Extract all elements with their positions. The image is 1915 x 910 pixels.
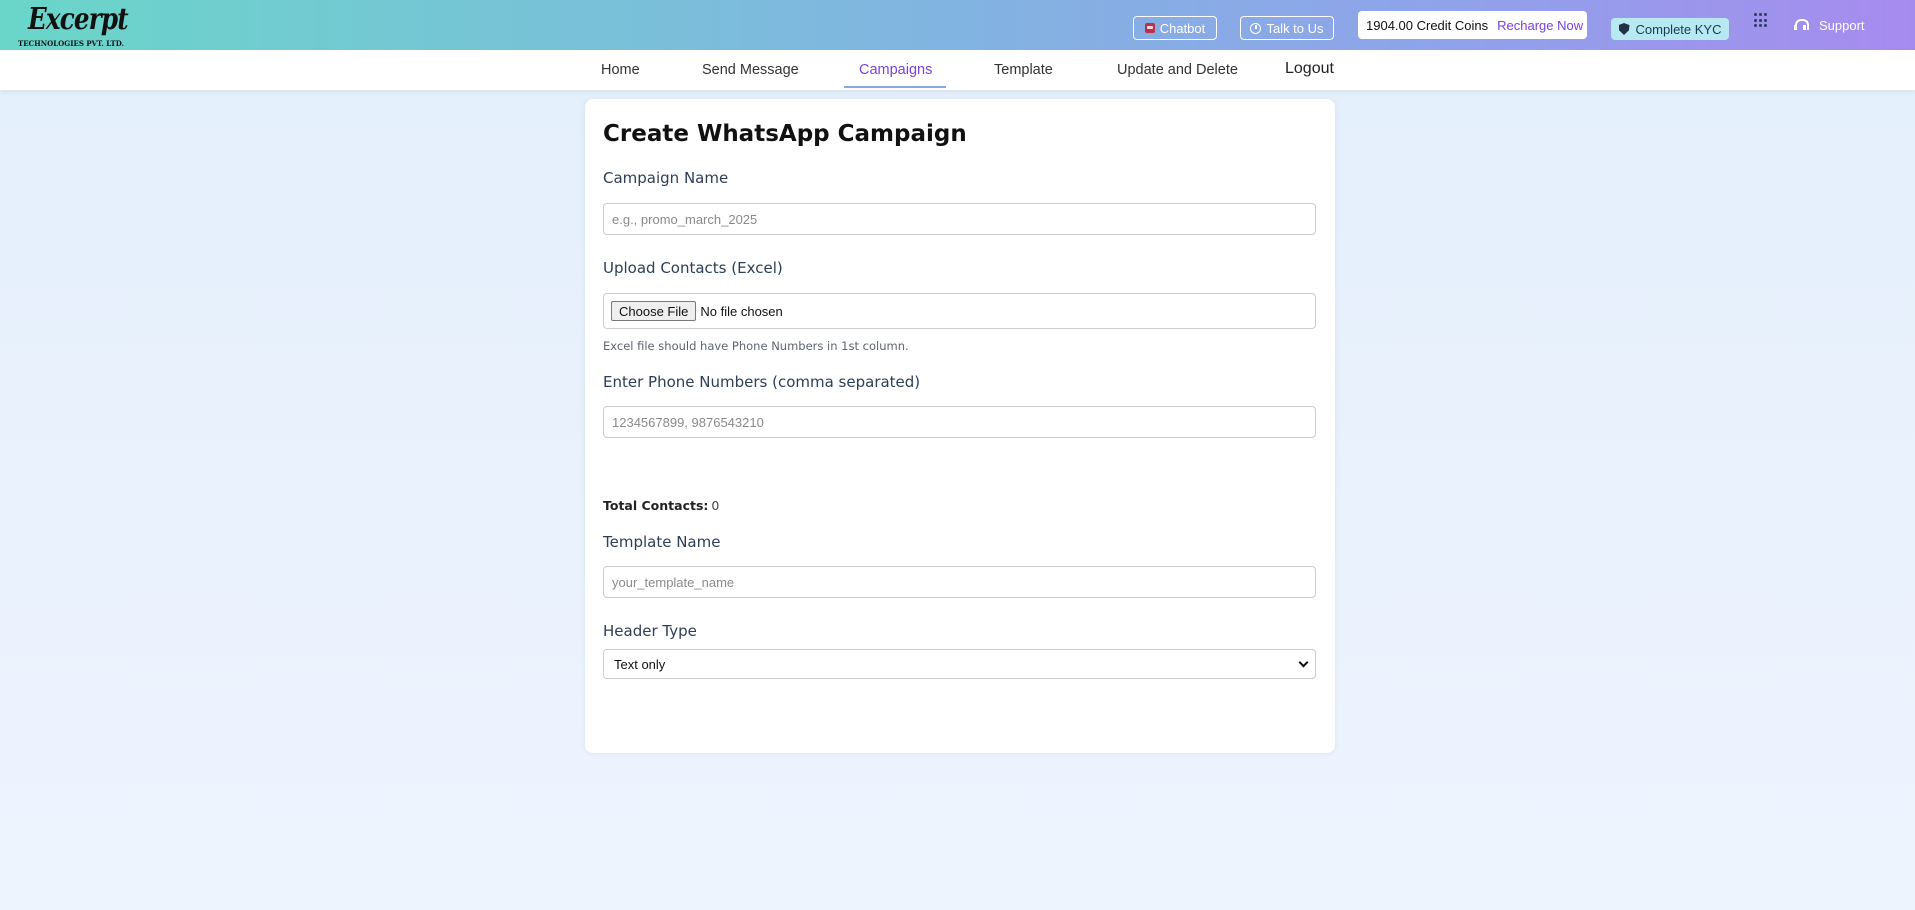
headset-icon bbox=[1794, 19, 1809, 31]
talk-to-us-label: Talk to Us bbox=[1266, 20, 1324, 36]
phone-numbers-label: Enter Phone Numbers (comma separated) bbox=[603, 373, 921, 391]
page-title: Create WhatsApp Campaign bbox=[603, 121, 967, 147]
header-type-select[interactable]: Text only bbox=[603, 649, 1316, 679]
total-contacts: Total Contacts: 0 bbox=[603, 498, 719, 513]
shield-check-icon bbox=[1618, 23, 1630, 35]
header-type-label: Header Type bbox=[603, 622, 697, 640]
nav-item-campaigns[interactable]: Campaigns bbox=[859, 62, 932, 78]
campaign-form-card: Create WhatsApp Campaign Campaign Name U… bbox=[585, 99, 1335, 753]
active-tab-indicator bbox=[844, 86, 946, 88]
header-type-selected: Text only bbox=[614, 656, 666, 672]
support-link[interactable]: Support bbox=[1794, 16, 1865, 34]
clock-icon bbox=[1250, 22, 1262, 34]
recharge-now-link[interactable]: Recharge Now bbox=[1497, 18, 1583, 33]
phone-numbers-input[interactable] bbox=[603, 406, 1316, 438]
campaign-name-label: Campaign Name bbox=[603, 169, 729, 187]
company-logo[interactable]: Excerpt TECHNOLOGIES PVT. LTD. bbox=[18, 2, 138, 48]
apps-grid-icon[interactable] bbox=[1754, 13, 1769, 28]
nav-item-update-delete[interactable]: Update and Delete bbox=[1117, 62, 1238, 78]
credit-balance: 1904.00 Credit Coins bbox=[1366, 17, 1489, 33]
talk-to-us-button[interactable]: Talk to Us bbox=[1240, 16, 1334, 40]
chatbot-button[interactable]: Chatbot bbox=[1133, 16, 1217, 40]
chevron-down-icon bbox=[1298, 657, 1309, 667]
chatbot-icon bbox=[1144, 23, 1155, 33]
chatbot-label: Chatbot bbox=[1159, 20, 1206, 36]
top-header: Excerpt TECHNOLOGIES PVT. LTD. Chatbot T… bbox=[0, 0, 1915, 50]
choose-file-button[interactable]: Choose File bbox=[611, 301, 697, 321]
template-name-label: Template Name bbox=[603, 533, 721, 551]
logo-subtitle: TECHNOLOGIES PVT. LTD. bbox=[18, 39, 125, 48]
main-nav: Home Send Message Campaigns Template Upd… bbox=[0, 50, 1915, 90]
contacts-file-input[interactable]: Choose File No file chosen bbox=[603, 293, 1316, 329]
nav-item-send-message[interactable]: Send Message bbox=[702, 62, 799, 78]
nav-item-template[interactable]: Template bbox=[994, 62, 1053, 78]
nav-item-home[interactable]: Home bbox=[601, 62, 640, 78]
logo-wordmark: Excerpt bbox=[28, 2, 129, 37]
file-status-text: No file chosen bbox=[700, 303, 783, 319]
logout-link[interactable]: Logout bbox=[1285, 60, 1334, 78]
complete-kyc-label: Complete KYC bbox=[1635, 21, 1722, 37]
support-label: Support bbox=[1819, 17, 1865, 33]
upload-hint: Excel file should have Phone Numbers in … bbox=[603, 339, 909, 353]
credit-balance-box: 1904.00 Credit Coins Recharge Now bbox=[1358, 11, 1587, 39]
upload-contacts-label: Upload Contacts (Excel) bbox=[603, 259, 783, 277]
total-contacts-label: Total Contacts: bbox=[603, 498, 709, 513]
complete-kyc-button[interactable]: Complete KYC bbox=[1611, 18, 1729, 40]
campaign-name-input[interactable] bbox=[603, 203, 1316, 235]
total-contacts-value: 0 bbox=[711, 498, 720, 513]
template-name-input[interactable] bbox=[603, 566, 1316, 598]
